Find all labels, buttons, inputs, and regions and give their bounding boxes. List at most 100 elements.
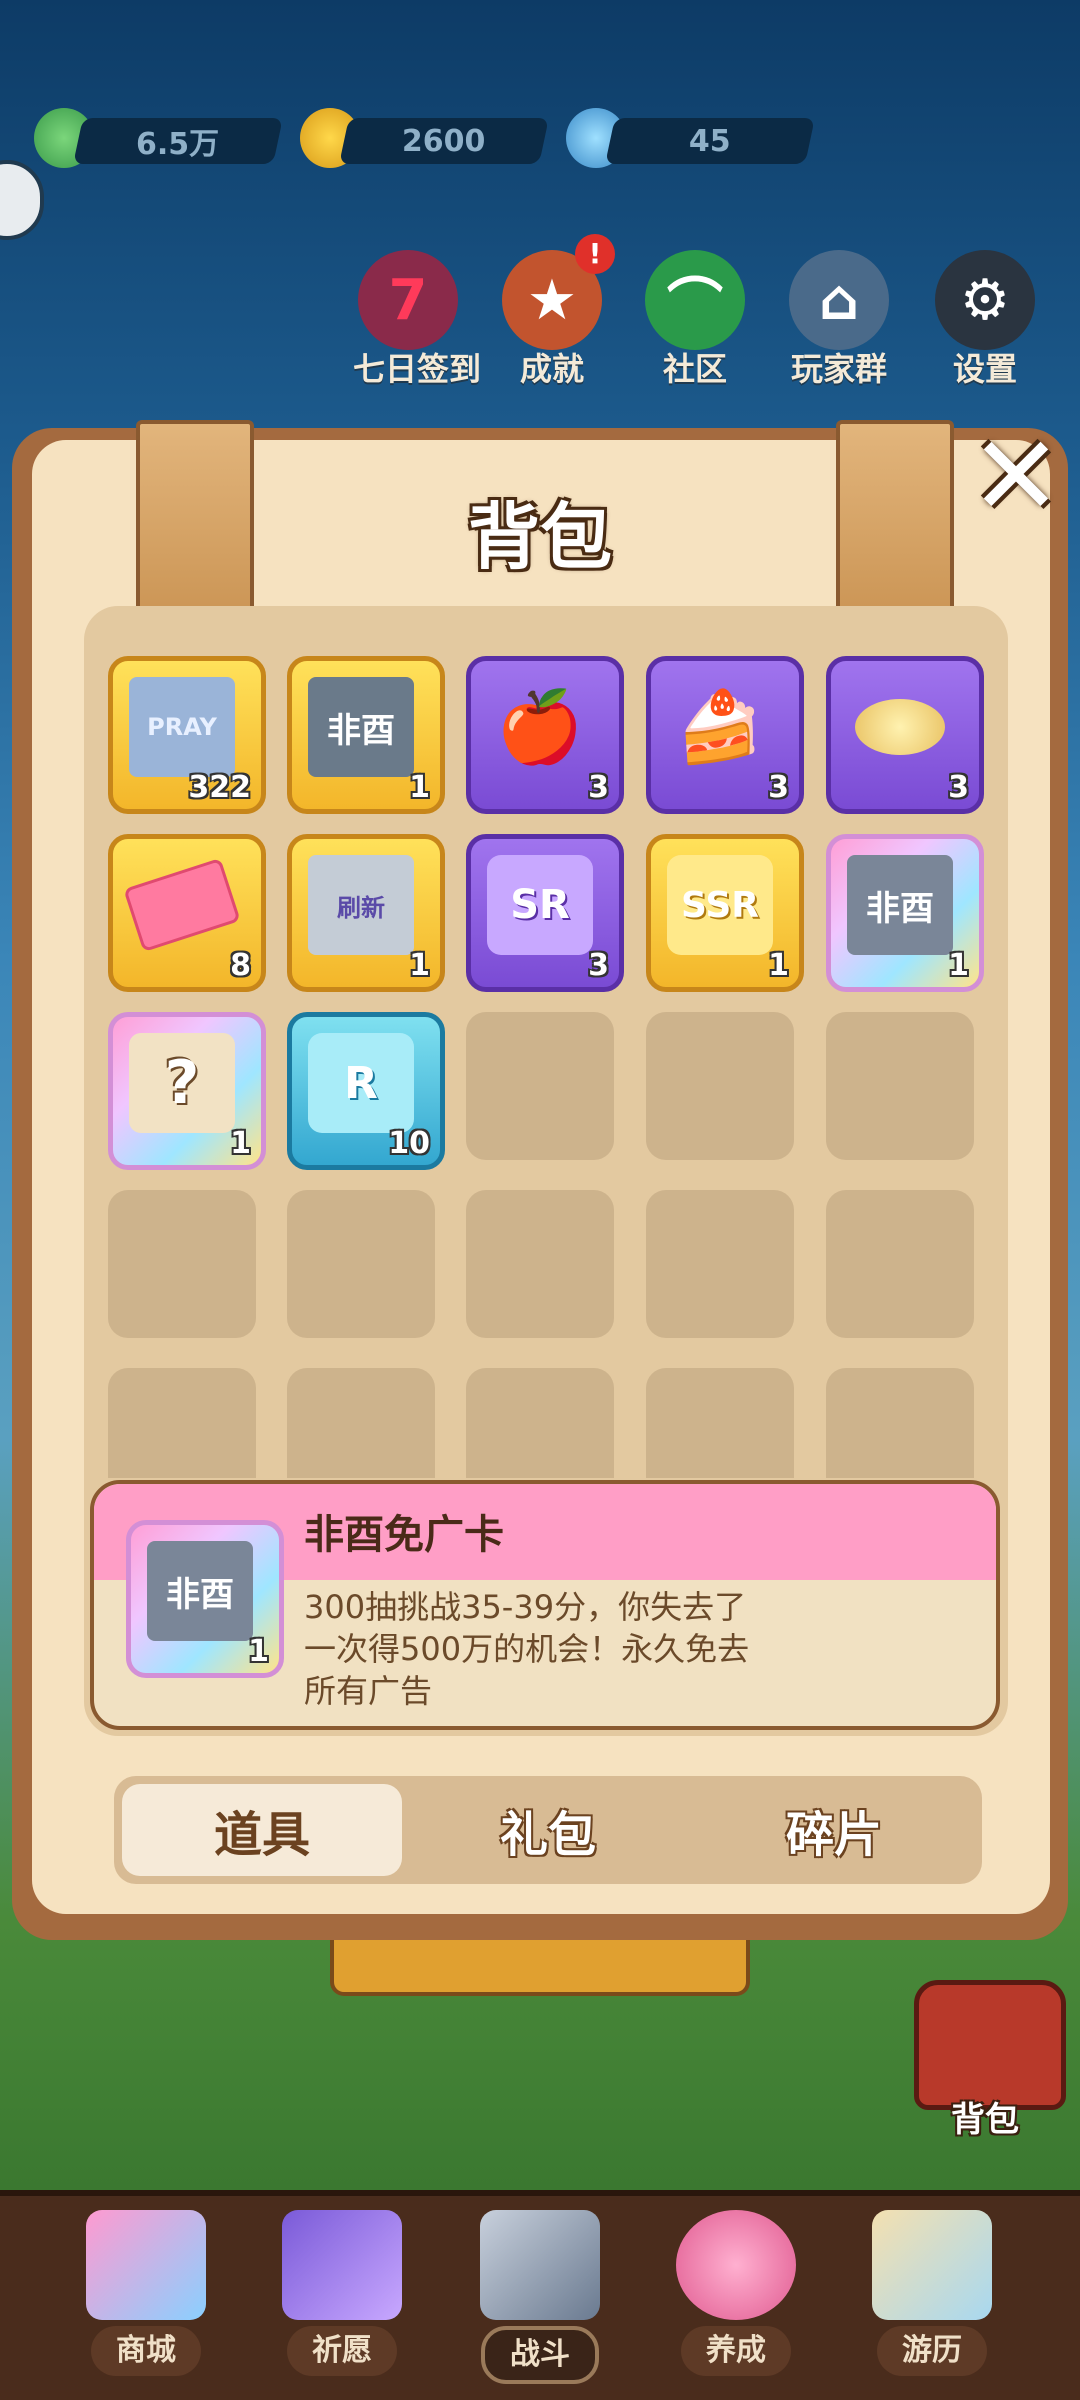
item-count: 3 — [588, 948, 609, 983]
tab-items[interactable]: 道具 — [122, 1784, 402, 1876]
menu-achievement[interactable]: ★ ! 成就 — [497, 234, 615, 390]
nav-shop[interactable]: 商城 — [66, 2210, 226, 2376]
close-button[interactable]: ✕ — [964, 421, 1068, 532]
ticket-icon — [123, 855, 241, 955]
coins-value: 2600 — [402, 123, 486, 159]
coins-counter: 2600 — [339, 118, 549, 164]
mystery-bag-icon: ? — [129, 1033, 235, 1133]
backpack-shortcut[interactable]: 背包 — [900, 1980, 1070, 2140]
item-chips[interactable]: 3 — [826, 656, 984, 814]
item-count: 1 — [248, 1634, 269, 1669]
panel-title: 背包 — [467, 495, 612, 579]
penguin-icon: ⌂ — [789, 250, 889, 350]
item-r-puzzle[interactable]: R 10 — [287, 1012, 445, 1170]
detail-item-name: 非酉免广卡 — [304, 1512, 504, 1558]
empty-slot — [466, 1368, 614, 1478]
avatar-icon[interactable] — [0, 160, 44, 240]
detail-item-description: 300抽挑战35-39分，你失去了一次得500万的机会！永久免去所有广告 — [304, 1588, 750, 1710]
puzzle-icon: SSR — [667, 855, 773, 955]
menu-player-group[interactable]: ⌂ 玩家群 — [784, 250, 894, 390]
tab-fragments[interactable]: 碎片 — [694, 1784, 974, 1876]
menu-seven-day-signin[interactable]: 7 七日签到 — [353, 250, 482, 390]
pray-ticket-icon: PRAY — [129, 677, 235, 777]
empty-slot — [287, 1190, 435, 1338]
nav-label: 养成 — [681, 2326, 791, 2376]
empty-slot — [287, 1368, 435, 1478]
item-detail-card: 非酉 1 非酉免广卡 300抽挑战35-39分，你失去了一次得500万的机会！永… — [90, 1480, 1000, 1730]
energy-value: 45 — [689, 123, 731, 159]
gems-value: 6.5万 — [136, 127, 220, 162]
item-count: 1 — [768, 948, 789, 983]
cake-icon: 🍰 — [676, 685, 764, 768]
gems-counter: 6.5万 — [73, 118, 283, 164]
empty-slot — [646, 1012, 794, 1160]
item-count: 322 — [188, 770, 251, 805]
menu-label: 成就 — [519, 350, 584, 388]
nav-travel[interactable]: 游历 — [852, 2210, 1012, 2376]
empty-slot — [646, 1190, 794, 1338]
fragment-icon: 非酉 — [308, 677, 414, 777]
item-apple[interactable]: 🍎 3 — [466, 656, 624, 814]
empty-slot — [466, 1190, 614, 1338]
empty-slot — [646, 1368, 794, 1478]
nav-cultivate[interactable]: 养成 — [656, 2210, 816, 2376]
menu-label: 七日签到 — [353, 350, 482, 388]
fei-you-card-icon: 非酉 — [147, 1541, 253, 1641]
apple-icon: 🍎 — [496, 685, 584, 768]
crossed-swords-icon — [480, 2210, 600, 2320]
nav-label: 商城 — [91, 2326, 201, 2376]
item-count: 3 — [948, 770, 969, 805]
backpack-label: 背包 — [951, 2100, 1019, 2140]
item-cake[interactable]: 🍰 3 — [646, 656, 804, 814]
item-pink-ticket[interactable]: 8 — [108, 834, 266, 992]
puzzle-icon: R — [308, 1033, 414, 1133]
shop-icon — [86, 2210, 206, 2320]
menu-label: 玩家群 — [790, 350, 887, 388]
item-sr-puzzle[interactable]: SR 3 — [466, 834, 624, 992]
fei-you-card-icon: 非酉 — [847, 855, 953, 955]
item-count: 1 — [409, 948, 430, 983]
item-count: 1 — [409, 770, 430, 805]
nav-label: 游历 — [877, 2326, 987, 2376]
map-icon — [872, 2210, 992, 2320]
item-fei-you-card[interactable]: 非酉 1 — [826, 834, 984, 992]
empty-slot — [466, 1012, 614, 1160]
item-count: 3 — [588, 770, 609, 805]
item-count: 3 — [768, 770, 789, 805]
energy-counter: 45 — [605, 118, 815, 164]
nav-label: 祈愿 — [287, 2326, 397, 2376]
item-count: 1 — [230, 1126, 251, 1161]
notification-badge: ! — [575, 234, 615, 274]
refresh-icon: 刷新 — [308, 855, 414, 955]
paw-icon — [676, 2210, 796, 2320]
menu-settings[interactable]: ⚙ 设置 — [930, 250, 1040, 390]
detail-item-icon: 非酉 1 — [126, 1520, 284, 1678]
chat-icon: ⌒ — [645, 250, 745, 350]
menu-community[interactable]: ⌒ 社区 — [640, 250, 750, 390]
item-fei-you-fragment[interactable]: 非酉 1 — [287, 656, 445, 814]
category-tabs: 道具 礼包 碎片 — [114, 1776, 982, 1884]
empty-slot — [826, 1368, 974, 1478]
nav-label: 战斗 — [481, 2326, 599, 2384]
nav-wish[interactable]: 祈愿 — [262, 2210, 422, 2376]
backpack-icon — [914, 1980, 1066, 2110]
nav-battle[interactable]: 战斗 — [460, 2210, 620, 2384]
item-count: 10 — [388, 1126, 430, 1161]
background-button — [330, 1940, 750, 1996]
empty-slot — [826, 1012, 974, 1160]
item-pray-ticket[interactable]: PRAY 322 — [108, 656, 266, 814]
empty-slot — [826, 1190, 974, 1338]
tab-gift-packs[interactable]: 礼包 — [408, 1784, 688, 1876]
item-refresh-card[interactable]: 刷新 1 — [287, 834, 445, 992]
chips-icon — [847, 677, 953, 777]
puzzle-icon: SR — [487, 855, 593, 955]
item-count: 8 — [230, 948, 251, 983]
menu-label: 社区 — [662, 350, 727, 388]
item-mystery-bag[interactable]: ? 1 — [108, 1012, 266, 1170]
item-ssr-puzzle[interactable]: SSR 1 — [646, 834, 804, 992]
gear-icon: ⚙ — [935, 250, 1035, 350]
seven-day-icon: 7 — [358, 250, 458, 350]
menu-label: 设置 — [952, 350, 1017, 388]
card-icon — [282, 2210, 402, 2320]
item-count: 1 — [948, 948, 969, 983]
